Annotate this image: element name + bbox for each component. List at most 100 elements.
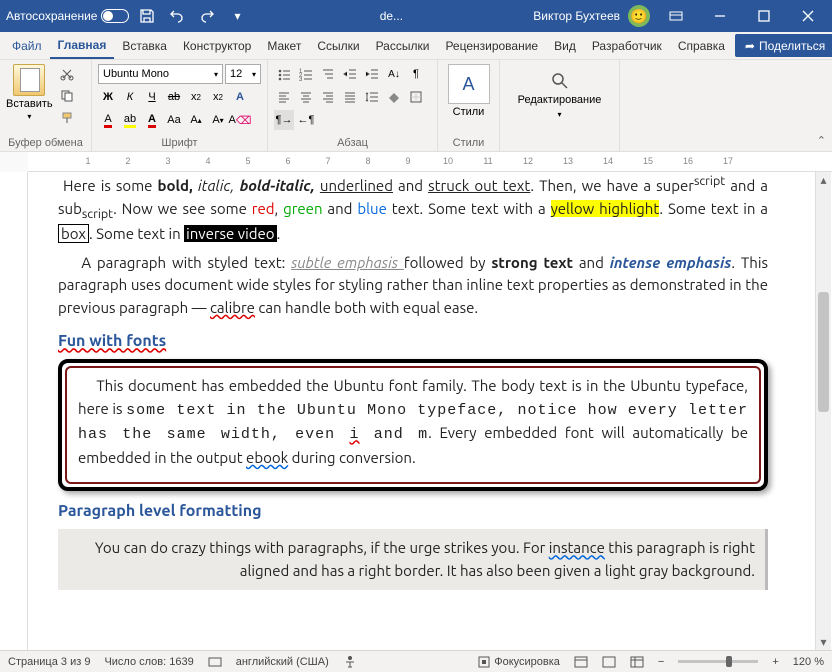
borders-icon[interactable] (406, 87, 426, 107)
language-indicator[interactable]: английский (США) (236, 656, 329, 668)
word-count[interactable]: Число слов: 1639 (104, 656, 193, 668)
shading-icon[interactable] (384, 87, 404, 107)
tab-mailings[interactable]: Рассылки (368, 32, 438, 59)
tab-view[interactable]: Вид (546, 32, 584, 59)
page-indicator[interactable]: Страница 3 из 9 (8, 656, 90, 668)
text-mono: i (349, 426, 359, 443)
copy-icon[interactable] (57, 86, 77, 106)
avatar[interactable]: 🙂 (628, 5, 650, 27)
vertical-ruler[interactable] (0, 172, 28, 650)
scroll-up-icon[interactable]: ▴ (816, 172, 831, 188)
fun-box: This document has embedded the Ubuntu fo… (58, 359, 768, 491)
save-icon[interactable] (135, 4, 159, 28)
align-left-icon[interactable] (274, 87, 294, 107)
text-effects-icon[interactable]: A (230, 87, 250, 107)
highlight-icon[interactable]: ab (120, 110, 140, 130)
font-color-icon[interactable]: A (98, 110, 118, 130)
page-scroll[interactable]: Here is some bold, italic, bold-italic, … (28, 172, 832, 650)
italic-button[interactable]: К (120, 87, 140, 107)
ruler-mark: 16 (683, 156, 693, 166)
tab-references[interactable]: Ссылки (309, 32, 367, 59)
subscript-button[interactable]: x2 (186, 87, 206, 107)
zoom-slider[interactable] (678, 660, 758, 663)
tab-developer[interactable]: Разработчик (584, 32, 670, 59)
zoom-out-icon[interactable]: − (658, 656, 664, 668)
scroll-down-icon[interactable]: ▾ (816, 634, 831, 650)
format-painter-icon[interactable] (57, 108, 77, 128)
ltr-icon[interactable]: ¶→ (274, 110, 294, 130)
spell-check-icon[interactable] (208, 655, 222, 669)
vertical-scrollbar[interactable]: ▴ ▾ (815, 172, 831, 650)
text-boxed: box (58, 224, 89, 243)
align-right-icon[interactable] (318, 87, 338, 107)
accessibility-icon[interactable] (343, 655, 357, 669)
increase-indent-icon[interactable] (362, 64, 382, 84)
close-icon[interactable] (790, 0, 826, 32)
align-center-icon[interactable] (296, 87, 316, 107)
page-content[interactable]: Here is some bold, italic, bold-italic, … (28, 172, 788, 600)
text: . Then, we have a super (530, 177, 694, 194)
text-red: red (252, 200, 275, 217)
superscript-button[interactable]: x2 (208, 87, 228, 107)
redo-icon[interactable] (195, 4, 219, 28)
text-inverse: inverse video (184, 225, 276, 242)
text-blue: blue (357, 200, 387, 217)
text: and (573, 254, 610, 271)
find-icon[interactable] (551, 72, 569, 90)
bullets-icon[interactable] (274, 64, 294, 84)
font-name-select[interactable]: Ubuntu Mono▾ (98, 64, 223, 84)
para-group-label: Абзац (274, 135, 431, 149)
scroll-thumb[interactable] (818, 292, 829, 412)
maximize-icon[interactable] (746, 0, 782, 32)
show-marks-icon[interactable]: ¶ (406, 64, 426, 84)
font-size-select[interactable]: 12▾ (225, 64, 261, 84)
minimize-icon[interactable] (702, 0, 738, 32)
styles-button[interactable]: A (448, 64, 490, 104)
text: A paragraph with styled text: (81, 254, 291, 271)
text: text. Some text with a (387, 200, 551, 217)
tab-review[interactable]: Рецензирование (437, 32, 546, 59)
rtl-icon[interactable]: ←¶ (296, 110, 316, 130)
zoom-in-icon[interactable]: + (772, 656, 778, 668)
zoom-value[interactable]: 120 % (793, 656, 824, 668)
tab-home[interactable]: Главная (50, 32, 115, 59)
collapse-ribbon-icon[interactable]: ⌃ (817, 134, 826, 147)
editing-group-label (506, 147, 613, 149)
tab-design[interactable]: Конструктор (175, 32, 259, 59)
autosave-toggle[interactable]: Автосохранение (6, 9, 129, 23)
view-print-icon[interactable] (574, 656, 588, 668)
shrink-font-icon[interactable]: A▾ (208, 110, 228, 130)
ribbon-options-icon[interactable] (658, 0, 694, 32)
underline-button[interactable]: Ч (142, 87, 162, 107)
share-button[interactable]: ➦Поделиться (735, 34, 832, 57)
focus-mode[interactable]: Фокусировка (478, 656, 560, 668)
statusbar: Страница 3 из 9 Число слов: 1639 английс… (0, 650, 832, 672)
numbering-icon[interactable]: 123 (296, 64, 316, 84)
text: followed by (404, 254, 491, 271)
strike-button[interactable]: ab (164, 87, 184, 107)
view-read-icon[interactable] (602, 656, 616, 668)
grow-font-icon[interactable]: A▴ (186, 110, 206, 130)
view-web-icon[interactable] (630, 656, 644, 668)
sort-icon[interactable]: A↓ (384, 64, 404, 84)
bold-button[interactable]: Ж (98, 87, 118, 107)
paste-button[interactable]: Вставить ▾ (6, 64, 53, 128)
tab-layout[interactable]: Макет (259, 32, 309, 59)
tab-file[interactable]: Файл (4, 32, 50, 59)
clear-format-icon[interactable]: A⌫ (230, 110, 250, 130)
tab-help[interactable]: Справка (670, 32, 733, 59)
text: You can do crazy things with paragraphs,… (95, 539, 549, 556)
multilevel-icon[interactable] (318, 64, 338, 84)
font-color2-icon[interactable]: A (142, 110, 162, 130)
text-mono: m (418, 426, 428, 443)
justify-icon[interactable] (340, 87, 360, 107)
line-spacing-icon[interactable] (362, 87, 382, 107)
decrease-indent-icon[interactable] (340, 64, 360, 84)
chevron-down-icon: ▾ (27, 112, 31, 121)
horizontal-ruler[interactable]: 1 2 3 4 5 6 7 8 9 10 11 12 13 14 15 16 1… (28, 152, 832, 172)
change-case-icon[interactable]: Aa (164, 110, 184, 130)
quickaccess-more-icon[interactable]: ▾ (225, 4, 249, 28)
tab-insert[interactable]: Вставка (114, 32, 175, 59)
undo-icon[interactable] (165, 4, 189, 28)
cut-icon[interactable] (57, 64, 77, 84)
